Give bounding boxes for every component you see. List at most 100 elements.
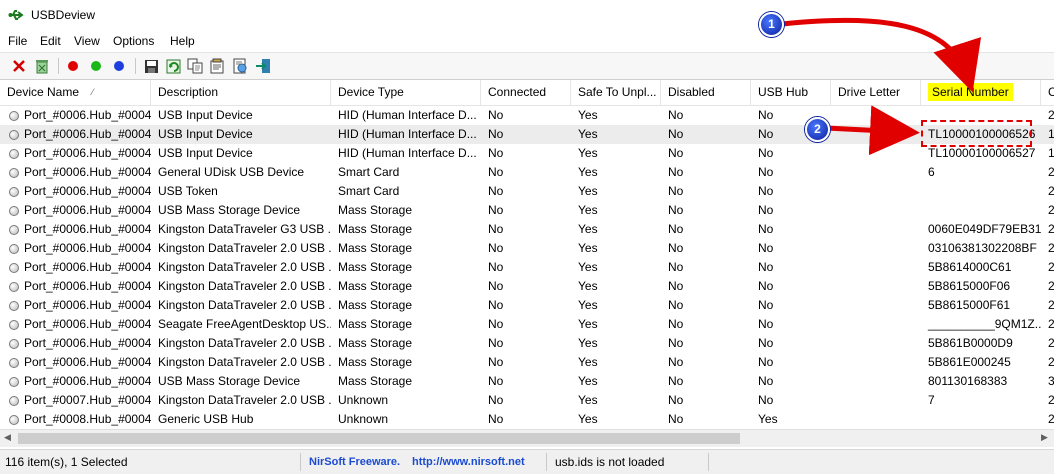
cell-safe-to-unplug: Yes <box>578 184 598 198</box>
cell-device-name: Port_#0006.Hub_#0004 <box>24 374 151 388</box>
table-row[interactable]: Port_#0006.Hub_#0004 Kingston DataTravele… <box>0 277 1054 296</box>
cell-disabled: No <box>668 108 684 122</box>
cell-serial-number <box>921 201 1041 220</box>
cell-usb-hub: No <box>758 241 774 255</box>
disconnect-button[interactable] <box>64 57 82 75</box>
cell-connected: No <box>488 127 504 141</box>
cell-description: Kingston DataTraveler 2.0 USB ... <box>158 355 331 369</box>
cell-drive-letter <box>831 334 921 353</box>
table-row[interactable]: Port_#0006.Hub_#0004 USB Token Smart Card N… <box>0 182 1054 201</box>
table-row[interactable]: Port_#0006.Hub_#0004 Kingston DataTravele… <box>0 239 1054 258</box>
column-label: Safe To Unpl... <box>578 85 657 99</box>
window-title: USBDeview <box>31 8 96 22</box>
cell-truncated: 2 <box>1048 317 1054 331</box>
cell-truncated: 2 <box>1048 165 1054 179</box>
exit-button[interactable] <box>254 57 272 75</box>
scrollbar-thumb[interactable] <box>18 433 740 444</box>
cell-truncated: 2 <box>1048 298 1054 312</box>
green-dot-icon <box>91 61 101 71</box>
toolbar-separator <box>135 58 136 74</box>
column-header-usb-hub[interactable]: USB Hub <box>751 80 831 105</box>
column-header-serial-number[interactable]: Serial Number <box>921 80 1041 105</box>
cell-device-type: Mass Storage <box>338 336 413 350</box>
cell-safe-to-unplug: Yes <box>578 393 598 407</box>
table-row[interactable]: Port_#0006.Hub_#0004 Kingston DataTravele… <box>0 220 1054 239</box>
cell-connected: No <box>488 355 504 369</box>
scroll-left-icon[interactable]: ◀ <box>4 432 11 443</box>
table-row[interactable]: Port_#0006.Hub_#0004 Kingston DataTravele… <box>0 334 1054 353</box>
column-header-drive-letter[interactable]: Drive Letter <box>831 80 921 105</box>
cell-usb-hub: No <box>758 165 774 179</box>
horizontal-scrollbar[interactable]: ◀ ▶ <box>0 429 1054 447</box>
table-row[interactable]: Port_#0008.Hub_#0004 Generic USB Hub Unkno… <box>0 410 1054 429</box>
cell-disabled: No <box>668 203 684 217</box>
uninstall-button[interactable] <box>33 57 51 75</box>
copy-icon <box>187 58 203 74</box>
table-row[interactable]: Port_#0006.Hub_#0004 USB Input Device HID … <box>0 106 1054 125</box>
cell-device-type: Unknown <box>338 412 389 426</box>
cell-device-type: Mass Storage <box>338 298 413 312</box>
refresh-button[interactable] <box>164 57 182 75</box>
column-header-disabled[interactable]: Disabled <box>661 80 751 105</box>
column-header-description[interactable]: Description <box>151 80 331 105</box>
cell-description: Generic USB Hub <box>158 412 254 426</box>
table-row[interactable]: Port_#0007.Hub_#0004 Kingston DataTravele… <box>0 391 1054 410</box>
column-header-connected[interactable]: Connected <box>481 80 571 105</box>
delete-button[interactable] <box>10 57 28 75</box>
connect-button[interactable] <box>87 57 105 75</box>
toolbar <box>0 52 1054 80</box>
cell-description: USB Input Device <box>158 127 253 141</box>
table-row[interactable]: Port_#0006.Hub_#0004 USB Mass Storage Dev… <box>0 201 1054 220</box>
scroll-right-icon[interactable]: ▶ <box>1041 432 1048 443</box>
cell-usb-hub: No <box>758 260 774 274</box>
device-list: Device Name ⁄ Description Device Type Co… <box>0 80 1054 430</box>
column-header-safe-to-unplug[interactable]: Safe To Unpl... <box>571 80 661 105</box>
properties-button[interactable] <box>208 57 226 75</box>
cell-safe-to-unplug: Yes <box>578 374 598 388</box>
cell-device-type: HID (Human Interface D... <box>338 127 477 141</box>
report-icon <box>233 58 247 74</box>
table-row[interactable]: Port_#0006.Hub_#0004 General UDisk USB De… <box>0 163 1054 182</box>
title-bar: USBDeview <box>0 0 1054 31</box>
cell-disabled: No <box>668 260 684 274</box>
refresh-state-button[interactable] <box>110 57 128 75</box>
menu-view[interactable]: View <box>74 34 100 48</box>
cell-device-name: Port_#0006.Hub_#0004 <box>24 298 151 312</box>
cell-connected: No <box>488 260 504 274</box>
cell-safe-to-unplug: Yes <box>578 279 598 293</box>
status-item-count: 116 item(s), 1 Selected <box>5 455 128 469</box>
cell-connected: No <box>488 393 504 407</box>
cell-drive-letter <box>831 410 921 429</box>
exit-icon <box>256 59 270 73</box>
cell-usb-hub: No <box>758 146 774 160</box>
table-row[interactable]: Port_#0006.Hub_#0004 Kingston DataTravele… <box>0 353 1054 372</box>
save-button[interactable] <box>142 57 160 75</box>
menu-help[interactable]: Help <box>170 34 195 48</box>
table-row[interactable]: Port_#0006.Hub_#0004 USB Input Device HID … <box>0 125 1054 144</box>
menu-file[interactable]: File <box>8 34 27 48</box>
cell-device-type: HID (Human Interface D... <box>338 108 477 122</box>
column-header-truncated[interactable]: C <box>1041 80 1054 105</box>
copy-button[interactable] <box>186 57 204 75</box>
html-report-button[interactable] <box>231 57 249 75</box>
menu-edit[interactable]: Edit <box>40 34 61 48</box>
menu-options[interactable]: Options <box>113 34 154 48</box>
cell-connected: No <box>488 298 504 312</box>
cell-serial-number: 5B8615000F06 <box>928 279 1011 293</box>
cell-truncated: 2 <box>1048 279 1054 293</box>
cell-truncated: 2 <box>1048 241 1054 255</box>
cell-device-name: Port_#0006.Hub_#0004 <box>24 355 151 369</box>
table-row[interactable]: Port_#0006.Hub_#0004 Seagate FreeAgentDes… <box>0 315 1054 334</box>
table-row[interactable]: Port_#0006.Hub_#0004 USB Mass Storage Dev… <box>0 372 1054 391</box>
cell-disabled: No <box>668 184 684 198</box>
table-row[interactable]: Port_#0006.Hub_#0004 USB Input Device HID … <box>0 144 1054 163</box>
column-header-device-type[interactable]: Device Type <box>331 80 481 105</box>
column-header-device-name[interactable]: Device Name ⁄ <box>0 80 151 105</box>
table-row[interactable]: Port_#0006.Hub_#0004 Kingston DataTravele… <box>0 296 1054 315</box>
nirsoft-link[interactable]: http://www.nirsoft.net <box>412 450 525 474</box>
cell-serial-number <box>921 410 1041 429</box>
table-row[interactable]: Port_#0006.Hub_#0004 Kingston DataTravele… <box>0 258 1054 277</box>
sort-ascending-icon: ⁄ <box>92 87 94 97</box>
cell-truncated: 3 <box>1048 374 1054 388</box>
usbids-status: usb.ids is not loaded <box>555 455 665 469</box>
